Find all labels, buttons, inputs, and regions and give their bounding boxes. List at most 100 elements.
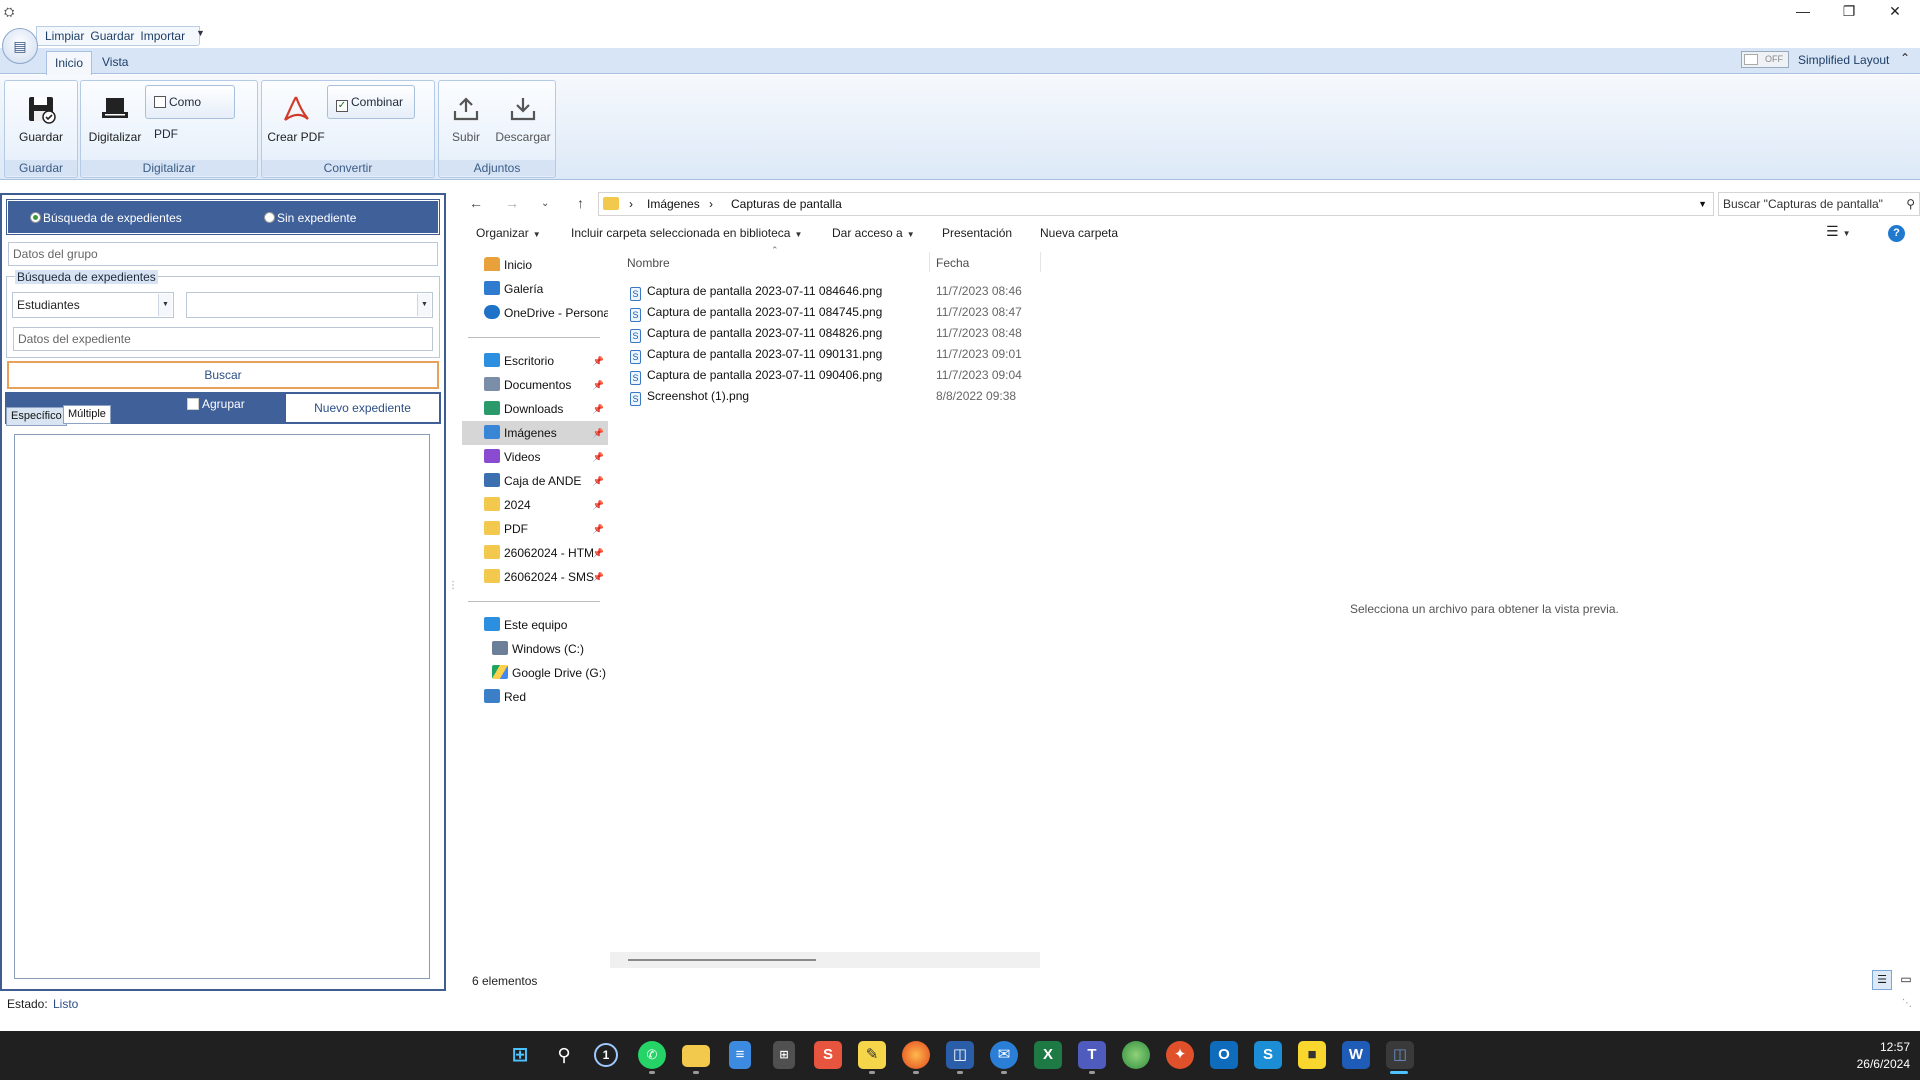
column-nombre[interactable]: Nombre xyxy=(627,256,670,270)
column-fecha[interactable]: Fecha xyxy=(936,256,969,270)
radio-sin-expediente[interactable]: Sin expediente xyxy=(264,211,356,225)
recent-locations-icon[interactable]: ⌄ xyxy=(541,198,549,209)
buscar-button[interactable]: Buscar xyxy=(7,361,439,389)
file-row[interactable]: S Captura de pantalla 2023-07-11 084826.p… xyxy=(630,323,1030,344)
minimize-button[interactable]: — xyxy=(1780,0,1826,24)
sticky-app-icon[interactable]: ✎ xyxy=(858,1041,886,1069)
address-bar[interactable]: › Imágenes › Capturas de pantalla ▼ xyxy=(598,192,1714,216)
horizontal-scrollbar[interactable] xyxy=(610,952,1040,968)
incluir-biblioteca-menu[interactable]: Incluir carpeta seleccionada en bibliote… xyxy=(571,226,802,240)
column-divider[interactable] xyxy=(1040,252,1041,272)
tab-vista[interactable]: Vista xyxy=(94,51,136,75)
system-clock[interactable]: 12:57 26/6/2024 xyxy=(1800,1039,1910,1073)
nav-galeria[interactable]: Galería xyxy=(462,277,608,301)
digitalizar-button[interactable]: Digitalizar xyxy=(84,94,146,144)
help-icon[interactable]: ? xyxy=(1888,225,1905,242)
column-divider[interactable] xyxy=(929,252,930,272)
pin-icon[interactable]: 📌 xyxy=(593,541,604,565)
qat-customize-icon[interactable]: ▼ xyxy=(196,28,205,38)
chevron-down-icon[interactable]: ▼ xyxy=(417,294,431,316)
app-menu-button[interactable]: ▤ xyxy=(2,28,38,64)
up-arrow-icon[interactable]: ↑ xyxy=(577,195,584,211)
sticky-notes-icon[interactable]: ■ xyxy=(1298,1041,1326,1069)
nueva-carpeta-button[interactable]: Nueva carpeta xyxy=(1040,226,1118,240)
nav-videos[interactable]: Videos 📌 xyxy=(462,445,608,469)
organizar-menu[interactable]: Organizar ▼ xyxy=(476,226,541,240)
file-explorer-icon[interactable] xyxy=(682,1045,710,1067)
pin-icon[interactable]: 📌 xyxy=(593,493,604,517)
word-icon[interactable]: W xyxy=(1342,1041,1370,1069)
tipo-combo[interactable]: Estudiantes ▼ xyxy=(12,292,174,318)
presentacion-button[interactable]: Presentación xyxy=(942,226,1012,240)
file-row[interactable]: S Captura de pantalla 2023-07-11 090131.p… xyxy=(630,344,1030,365)
pin-icon[interactable]: 📌 xyxy=(593,565,604,589)
maps-icon[interactable] xyxy=(1122,1041,1150,1069)
details-view-icon[interactable]: ☰ xyxy=(1872,970,1892,990)
tab-especifico[interactable]: Específico xyxy=(6,407,67,426)
nav-red[interactable]: Red xyxy=(462,685,608,709)
subir-button[interactable]: Subir xyxy=(444,94,488,144)
collapse-ribbon-icon[interactable]: ⌃ xyxy=(1900,51,1910,65)
nav-caja-ande[interactable]: Caja de ANDE 📌 xyxy=(462,469,608,493)
file-row[interactable]: S Screenshot (1).png 8/8/2022 09:38 xyxy=(630,386,1030,407)
firefox-icon[interactable] xyxy=(902,1041,930,1069)
outlook-icon[interactable]: O xyxy=(1210,1041,1238,1069)
search-icon[interactable]: ⚲ xyxy=(550,1041,578,1069)
nav-inicio[interactable]: Inicio xyxy=(462,253,608,277)
teams-icon[interactable]: T xyxy=(1078,1041,1106,1069)
calculator-icon[interactable]: ⊞ xyxy=(773,1041,795,1069)
back-arrow-icon[interactable]: ← xyxy=(469,195,483,211)
pin-icon[interactable]: 📌 xyxy=(593,373,604,397)
nav-pdf[interactable]: PDF 📌 xyxy=(462,517,608,541)
crear-pdf-button[interactable]: Crear PDF xyxy=(266,94,326,144)
grupo-field[interactable]: Datos del grupo xyxy=(8,242,438,266)
file-row[interactable]: S Captura de pantalla 2023-07-11 084745.p… xyxy=(630,302,1030,323)
snagit-editor-icon[interactable]: S xyxy=(1254,1041,1282,1069)
nav-2024[interactable]: 2024 📌 xyxy=(462,493,608,517)
restore-button[interactable]: ❐ xyxy=(1826,0,1872,24)
agrupar-checkbox[interactable]: Agrupar xyxy=(187,397,245,411)
notepad-icon[interactable]: ≡ xyxy=(729,1041,751,1069)
pin-icon[interactable]: 📌 xyxy=(593,445,604,469)
nav-este-equipo[interactable]: Este equipo xyxy=(462,613,608,637)
windows-start-icon[interactable]: ⊞ xyxy=(506,1041,534,1069)
file-row[interactable]: S Captura de pantalla 2023-07-11 090406.p… xyxy=(630,365,1030,386)
excel-icon[interactable]: X xyxy=(1034,1041,1062,1069)
combinar-checkbox[interactable]: ✓ Combinar xyxy=(327,85,415,119)
view-options-icon[interactable]: ☰ ▼ xyxy=(1826,223,1850,240)
results-list[interactable] xyxy=(14,434,430,979)
nav-downloads[interactable]: Downloads 📌 xyxy=(462,397,608,421)
nav-26062024-htm[interactable]: 26062024 - HTM 📌 xyxy=(462,541,608,565)
file-row[interactable]: S Captura de pantalla 2023-07-11 084646.p… xyxy=(630,281,1030,302)
nav-26062024-sms[interactable]: 26062024 - SMS 📌 xyxy=(462,565,608,589)
qat-guardar[interactable]: Guardar xyxy=(90,29,134,43)
pin-icon[interactable]: 📌 xyxy=(593,517,604,541)
resize-grip-icon[interactable]: ⋱ xyxy=(1902,993,1912,1015)
nav-documentos[interactable]: Documentos 📌 xyxy=(462,373,608,397)
thunderbird-icon[interactable]: ✉ xyxy=(990,1041,1018,1069)
pin-icon[interactable]: 📌 xyxy=(593,469,604,493)
nav-windows-c[interactable]: Windows (C:) xyxy=(462,637,608,661)
tab-multiple[interactable]: Múltiple xyxy=(63,405,111,424)
qat-limpiar[interactable]: Limpiar xyxy=(45,29,84,43)
nav-onedrive[interactable]: OneDrive - Persona xyxy=(462,301,608,325)
nav-escritorio[interactable]: Escritorio 📌 xyxy=(462,349,608,373)
pin-icon[interactable]: 📌 xyxy=(593,397,604,421)
scrollbar-thumb[interactable] xyxy=(628,959,816,961)
como-pdf-checkbox[interactable]: Como PDF xyxy=(145,85,235,141)
qat-importar[interactable]: Importar xyxy=(140,29,185,43)
chevron-down-icon[interactable]: ▼ xyxy=(1698,193,1707,215)
breadcrumb-capturas[interactable]: Capturas de pantalla xyxy=(731,193,842,215)
guardar-button[interactable]: Guardar xyxy=(12,94,70,144)
simplified-layout-toggle[interactable]: OFF xyxy=(1741,51,1789,68)
nav-imagenes[interactable]: Imágenes 📌 xyxy=(462,421,608,445)
nuevo-expediente-button[interactable]: Nuevo expediente xyxy=(285,393,440,423)
descargar-button[interactable]: Descargar xyxy=(492,94,554,144)
large-icons-view-icon[interactable]: ▭ xyxy=(1896,970,1916,990)
1password-icon[interactable]: 1 xyxy=(594,1043,618,1067)
radio-busqueda[interactable]: Búsqueda de expedientes xyxy=(30,211,182,225)
explorer-search-input[interactable]: Buscar "Capturas de pantalla" ⚲ xyxy=(1718,192,1920,216)
scanner-app-icon[interactable]: ◫ xyxy=(1386,1041,1414,1069)
valor-combo[interactable]: ▼ xyxy=(186,292,433,318)
expediente-field[interactable]: Datos del expediente xyxy=(13,327,433,351)
